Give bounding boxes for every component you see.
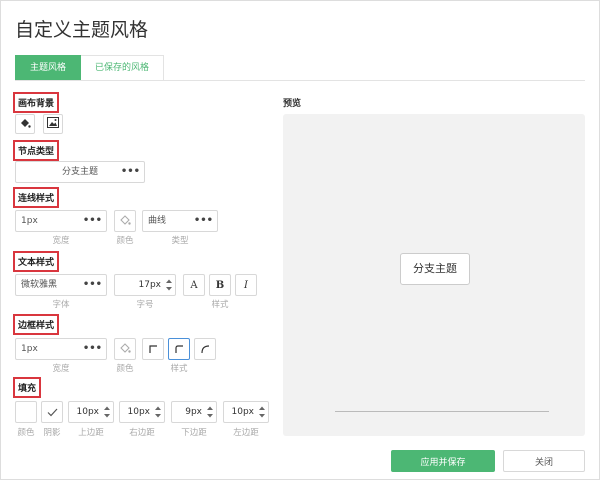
padding-bottom-value: 9px — [185, 407, 202, 417]
border-color-caption: 颜色 — [116, 364, 134, 374]
theme-style-dialog: 自定义主题风格 主题风格 已保存的风格 画布背景 节点类型 分支主题 ••• 连… — [0, 0, 600, 480]
tab-theme-style[interactable]: 主题风格 — [15, 55, 82, 81]
text-style-caption: 样式 — [211, 300, 229, 310]
more-options-icon: ••• — [82, 215, 102, 226]
border-rounded-button[interactable] — [168, 338, 190, 360]
fill-label: 填充 — [13, 377, 42, 398]
tab-divider — [15, 80, 585, 81]
padding-bottom-stepper[interactable]: 9px — [171, 401, 217, 423]
image-icon — [47, 117, 59, 131]
border-square-button[interactable] — [142, 338, 164, 360]
checkmark-icon — [47, 408, 57, 416]
bold-button[interactable]: B — [209, 274, 231, 296]
fill-color-button[interactable] — [15, 114, 35, 134]
paint-bucket-icon — [119, 214, 131, 229]
line-type-caption: 类型 — [171, 236, 189, 246]
stepper-arrows-icon[interactable] — [165, 278, 173, 292]
canvas-bg-label: 画布背景 — [13, 92, 60, 113]
padding-left-stepper[interactable]: 10px — [223, 401, 269, 423]
paint-bucket-icon — [119, 342, 131, 357]
stepper-arrows-icon[interactable] — [206, 405, 214, 419]
preview-node: 分支主题 — [400, 253, 470, 285]
font-color-button[interactable]: A — [183, 274, 205, 296]
font-family-caption: 字体 — [52, 300, 70, 310]
more-options-icon: ••• — [193, 215, 213, 226]
padding-top-stepper[interactable]: 10px — [68, 401, 114, 423]
line-width-select[interactable]: 1px ••• — [15, 210, 107, 232]
apply-and-save-button[interactable]: 应用并保存 — [391, 450, 495, 472]
border-width-caption: 宽度 — [52, 364, 70, 374]
preview-label: 预览 — [283, 99, 302, 109]
stepper-arrows-icon[interactable] — [258, 405, 266, 419]
font-size-stepper[interactable]: 17px — [114, 274, 176, 296]
node-type-label: 节点类型 — [13, 140, 60, 161]
dialog-title: 自定义主题风格 — [15, 19, 149, 41]
square-corner-icon — [149, 345, 157, 353]
padding-right-caption: 右边距 — [129, 428, 155, 438]
border-color-button[interactable] — [114, 338, 136, 360]
line-style-label: 连线样式 — [13, 187, 60, 208]
more-options-icon: ••• — [82, 279, 102, 290]
padding-right-stepper[interactable]: 10px — [119, 401, 165, 423]
border-style-label: 边框样式 — [13, 314, 60, 335]
shadow-caption: 阴影 — [43, 428, 61, 438]
bg-image-button[interactable] — [43, 114, 63, 134]
line-width-caption: 宽度 — [52, 236, 70, 246]
shadow-checkbox[interactable] — [41, 401, 63, 423]
preview-canvas: 分支主题 — [283, 114, 585, 436]
line-color-button[interactable] — [114, 210, 136, 232]
close-button[interactable]: 关闭 — [503, 450, 585, 472]
fill-color-swatch[interactable] — [15, 401, 37, 423]
paint-bucket-icon — [19, 117, 31, 132]
font-family-select[interactable]: 微软雅黑 ••• — [15, 274, 107, 296]
font-size-caption: 字号 — [136, 300, 154, 310]
padding-left-caption: 左边距 — [233, 428, 259, 438]
text-style-label: 文本样式 — [13, 251, 60, 272]
preview-line — [335, 411, 549, 412]
stepper-arrows-icon[interactable] — [103, 405, 111, 419]
line-type-select[interactable]: 曲线 ••• — [142, 210, 218, 232]
padding-top-caption: 上边距 — [78, 428, 104, 438]
more-options-icon: ••• — [82, 343, 102, 354]
line-color-caption: 颜色 — [116, 236, 134, 246]
line-type-value: 曲线 — [148, 216, 167, 226]
tab-bar: 主题风格 已保存的风格 — [15, 55, 165, 81]
tab-saved-styles[interactable]: 已保存的风格 — [81, 55, 165, 81]
line-width-value: 1px — [21, 216, 38, 226]
font-family-value: 微软雅黑 — [21, 280, 58, 290]
border-style-caption: 样式 — [170, 364, 188, 374]
padding-right-value: 10px — [127, 407, 151, 417]
stepper-arrows-icon[interactable] — [154, 405, 162, 419]
padding-bottom-caption: 下边距 — [181, 428, 207, 438]
padding-left-value: 10px — [231, 407, 255, 417]
border-round-button[interactable] — [194, 338, 216, 360]
border-width-select[interactable]: 1px ••• — [15, 338, 107, 360]
italic-button[interactable]: I — [235, 274, 257, 296]
round-corner-icon — [201, 345, 210, 354]
node-type-select[interactable]: 分支主题 ••• — [15, 161, 145, 183]
padding-top-value: 10px — [76, 407, 100, 417]
more-options-icon: ••• — [120, 166, 140, 177]
node-type-value: 分支主题 — [61, 167, 98, 177]
rounded-corner-icon — [175, 345, 183, 353]
border-width-value: 1px — [21, 344, 38, 354]
font-size-value: 17px — [138, 280, 162, 290]
